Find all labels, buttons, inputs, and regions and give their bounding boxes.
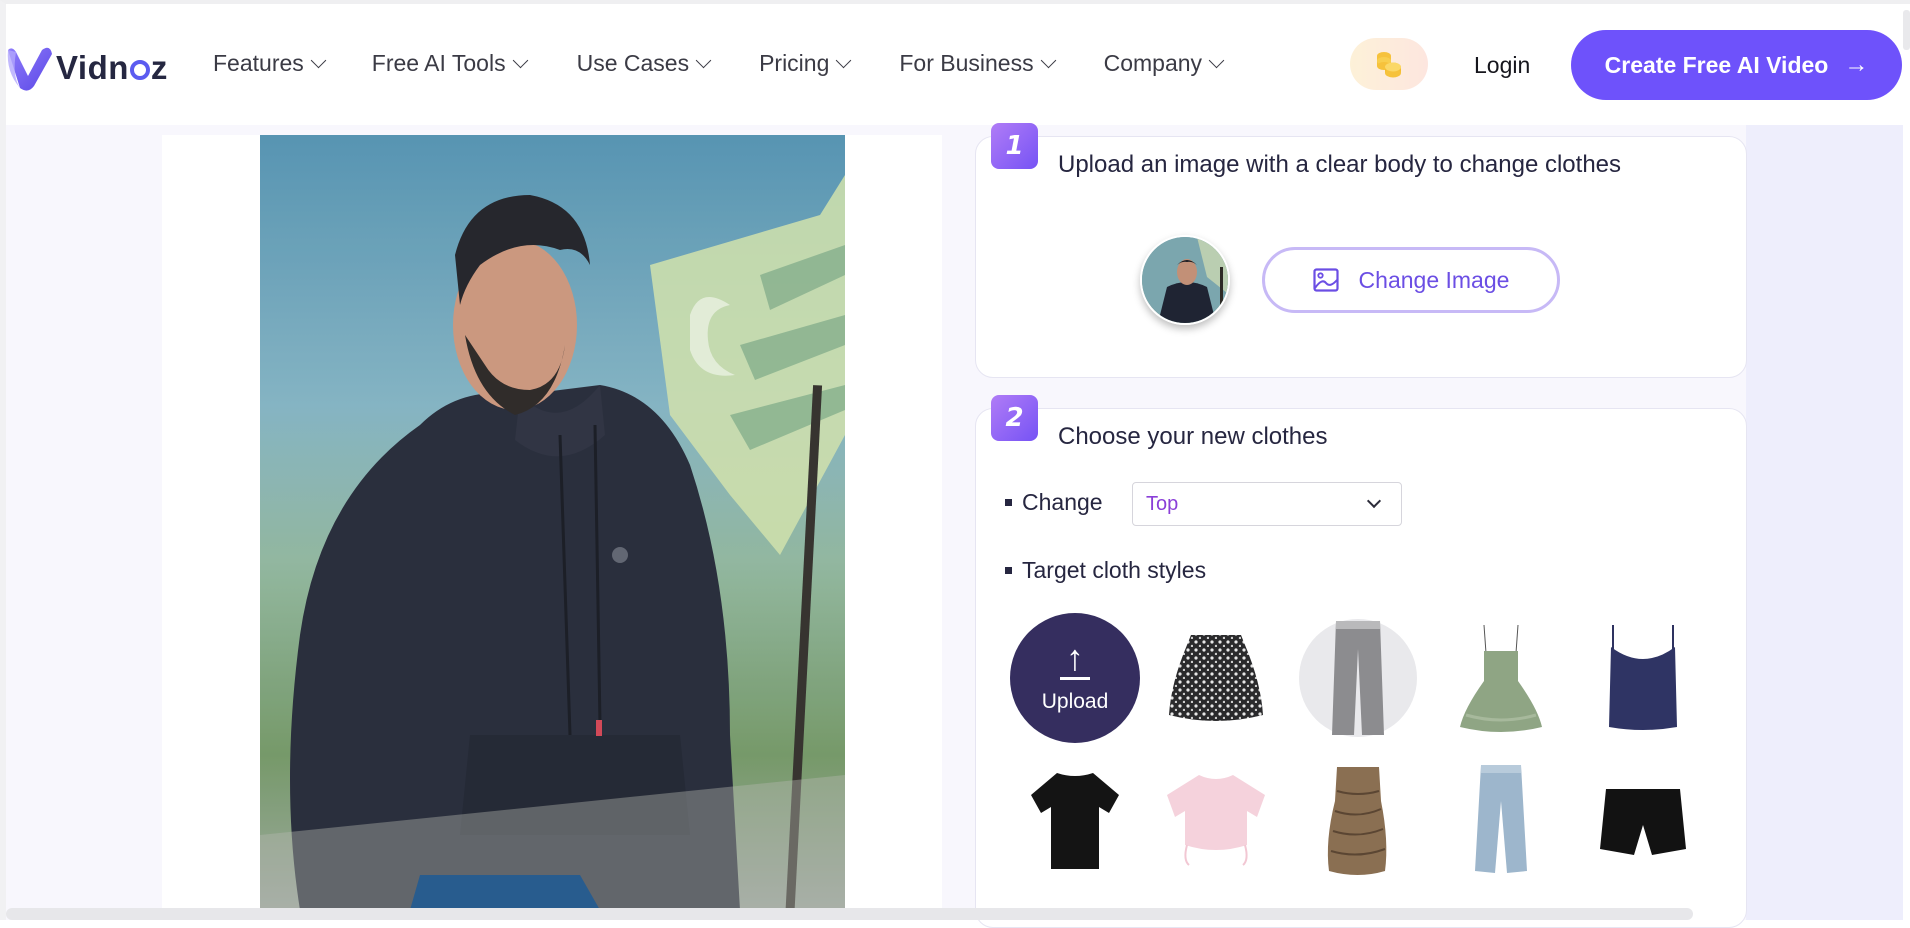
cloth-option-black-floral-skirt[interactable] bbox=[1151, 613, 1281, 743]
step-2-clothes-card: 2 Choose your new clothes Change Top Tar… bbox=[975, 395, 1747, 928]
vertical-scrollbar-thumb[interactable] bbox=[1903, 10, 1910, 50]
cloth-option-green-strap-dress[interactable] bbox=[1436, 613, 1566, 743]
horizontal-scrollbar[interactable] bbox=[6, 908, 1693, 920]
nav-free-ai-tools[interactable]: Free AI Tools bbox=[371, 50, 528, 77]
target-styles-label: Target cloth styles bbox=[1022, 557, 1207, 583]
cta-label: Create Free AI Video bbox=[1604, 51, 1829, 78]
person-photo bbox=[260, 135, 845, 910]
main-content: 1 Upload an image with a clear body to c… bbox=[6, 123, 1904, 928]
upload-label: Upload bbox=[1041, 689, 1109, 713]
site-header: Vidn z Features Free AI Tools Use Cases P… bbox=[6, 4, 1904, 125]
step-1-badge: 1 bbox=[991, 123, 1038, 169]
change-image-label: Change Image bbox=[1358, 266, 1510, 293]
login-link[interactable]: Login bbox=[1474, 52, 1530, 79]
change-type-select[interactable]: Top bbox=[1132, 482, 1402, 526]
camisole-image bbox=[1609, 625, 1677, 730]
vertical-scrollbar-track[interactable] bbox=[1903, 4, 1910, 920]
create-free-ai-video-button[interactable]: Create Free AI Video → bbox=[1571, 30, 1902, 100]
nav-label: Use Cases bbox=[576, 50, 690, 76]
jeans-image bbox=[1332, 621, 1384, 735]
coins-icon bbox=[1377, 52, 1401, 78]
vidnoz-logo-icon bbox=[7, 47, 52, 91]
change-image-button[interactable]: Change Image bbox=[1262, 247, 1560, 313]
credits-button[interactable] bbox=[1350, 38, 1428, 90]
result-preview-panel bbox=[162, 135, 942, 920]
change-type-value: Top bbox=[1146, 492, 1179, 515]
change-field-row: Change bbox=[1005, 489, 1103, 516]
chevron-down-icon bbox=[512, 52, 528, 68]
uploaded-image-thumbnail[interactable] bbox=[1140, 235, 1230, 325]
step-1-title: Upload an image with a clear body to cha… bbox=[1058, 151, 1622, 178]
logo-text: Vidn z bbox=[56, 49, 168, 86]
step-1-upload-card: 1 Upload an image with a clear body to c… bbox=[975, 123, 1747, 378]
skirt-image bbox=[1169, 635, 1263, 721]
upload-baseline-icon bbox=[1060, 676, 1090, 680]
bullet-icon bbox=[1005, 567, 1012, 574]
nav-label: Pricing bbox=[759, 50, 830, 76]
cloth-option-pink-crop-tee[interactable] bbox=[1151, 755, 1281, 885]
cloth-option-navy-camisole[interactable] bbox=[1578, 613, 1708, 743]
chevron-down-icon bbox=[836, 52, 852, 68]
light-jeans-image bbox=[1475, 765, 1527, 873]
tshirt-image bbox=[1031, 773, 1119, 869]
right-gutter bbox=[1746, 125, 1904, 920]
change-label: Change bbox=[1022, 489, 1103, 515]
step-2-title: Choose your new clothes bbox=[1058, 423, 1328, 450]
uploaded-photo-preview bbox=[260, 135, 845, 910]
nav-for-business[interactable]: For Business bbox=[899, 50, 1056, 77]
nav-label: For Business bbox=[899, 50, 1034, 76]
image-icon bbox=[1312, 268, 1339, 292]
chevron-down-icon bbox=[1040, 52, 1056, 68]
chevron-down-icon bbox=[1208, 52, 1225, 68]
chevron-down-icon bbox=[1366, 493, 1382, 509]
nav-label: Free AI Tools bbox=[371, 50, 506, 76]
cloth-option-gray-wide-jeans[interactable] bbox=[1293, 613, 1423, 743]
cloth-option-black-tshirt[interactable] bbox=[1010, 755, 1140, 885]
ruched-dress-image bbox=[1327, 767, 1387, 875]
upload-arrow-icon: ↑ bbox=[1066, 636, 1084, 678]
step-2-badge: 2 bbox=[991, 395, 1038, 441]
cloth-option-brown-ruched-dress[interactable] bbox=[1293, 755, 1423, 885]
target-styles-row: Target cloth styles bbox=[1005, 557, 1206, 584]
nav-company[interactable]: Company bbox=[1103, 50, 1225, 77]
thumbnail-photo bbox=[1142, 237, 1228, 323]
nav-label: Features bbox=[213, 50, 304, 76]
nav-pricing[interactable]: Pricing bbox=[759, 50, 852, 77]
cloth-option-black-shorts[interactable] bbox=[1578, 755, 1708, 885]
chevron-down-icon bbox=[695, 52, 712, 68]
cloth-option-light-blue-jeans[interactable] bbox=[1436, 755, 1566, 885]
main-nav: Features Free AI Tools Use Cases Pricing… bbox=[213, 50, 1225, 77]
nav-features[interactable]: Features bbox=[213, 50, 327, 77]
arrow-right-icon: → bbox=[1844, 51, 1869, 78]
chevron-down-icon bbox=[310, 52, 327, 68]
upload-cloth-button[interactable]: ↑ Upload bbox=[1010, 613, 1140, 743]
nav-use-cases[interactable]: Use Cases bbox=[576, 50, 712, 77]
shorts-image bbox=[1600, 789, 1686, 855]
jeans-image-bg bbox=[1299, 619, 1417, 737]
vidnoz-logo[interactable]: Vidn z bbox=[6, 42, 168, 94]
nav-label: Company bbox=[1103, 50, 1203, 76]
dress-image bbox=[1460, 624, 1542, 732]
bullet-icon bbox=[1005, 499, 1012, 506]
crop-tee-image bbox=[1167, 775, 1265, 866]
